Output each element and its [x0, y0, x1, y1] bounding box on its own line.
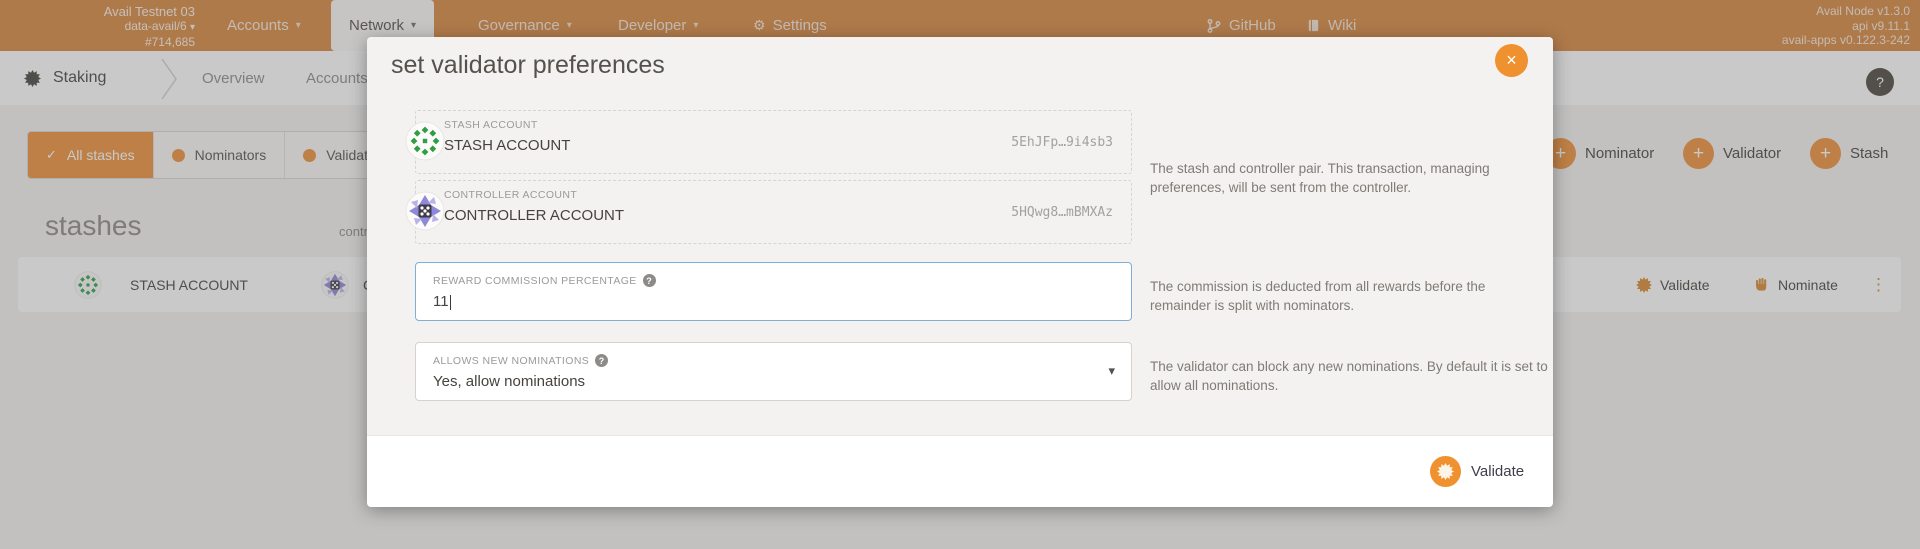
commission-label: REWARD COMMISSION PERCENTAGE ?	[433, 274, 656, 287]
stash-identicon	[405, 121, 445, 161]
set-validator-preferences-modal: set validator preferences × STASH ACCOUN…	[367, 37, 1553, 506]
validate-burst-icon	[1430, 456, 1461, 487]
question-badge-icon[interactable]: ?	[643, 274, 656, 287]
nominations-dropdown[interactable]: ALLOWS NEW NOMINATIONS ? Yes, allow nomi…	[415, 342, 1132, 401]
nominations-label: ALLOWS NEW NOMINATIONS ?	[433, 354, 608, 367]
controller-identicon	[405, 191, 445, 231]
modal-close-button[interactable]: ×	[1495, 44, 1528, 77]
text-cursor	[450, 295, 451, 310]
validate-submit-button[interactable]: Validate	[1430, 456, 1524, 487]
commission-input-field[interactable]: REWARD COMMISSION PERCENTAGE ? 11	[415, 262, 1132, 321]
question-badge-icon[interactable]: ?	[595, 354, 608, 367]
chevron-down-icon[interactable]: ▾	[1108, 363, 1115, 379]
stash-field-value: STASH ACCOUNT	[444, 137, 570, 154]
stash-field-label: STASH ACCOUNT	[444, 119, 538, 131]
controller-address: 5HQwg8…mBMXAz	[1011, 205, 1113, 220]
controller-account-field: CONTROLLER ACCOUNT CONTROLLER ACCOUNT 5H…	[415, 180, 1132, 244]
stash-address: 5EhJFp…9i4sb3	[1011, 135, 1113, 150]
stash-account-field: STASH ACCOUNT STASH ACCOUNT 5EhJFp…9i4sb…	[415, 110, 1132, 174]
close-icon: ×	[1506, 50, 1517, 71]
controller-field-label: CONTROLLER ACCOUNT	[444, 189, 577, 201]
help-text-nominations: The validator can block any new nominati…	[1150, 357, 1548, 395]
modal-title: set validator preferences	[391, 51, 665, 80]
app-stage: Avail Testnet 03 data-avail/6 ▾ #714,685…	[0, 0, 1920, 549]
nominations-value: Yes, allow nominations	[433, 373, 585, 390]
help-text-commission: The commission is deducted from all rewa…	[1150, 277, 1548, 315]
help-text-accounts: The stash and controller pair. This tran…	[1150, 159, 1548, 197]
modal-footer: Validate	[367, 435, 1553, 507]
controller-field-value: CONTROLLER ACCOUNT	[444, 207, 624, 224]
commission-value[interactable]: 11	[433, 293, 451, 310]
